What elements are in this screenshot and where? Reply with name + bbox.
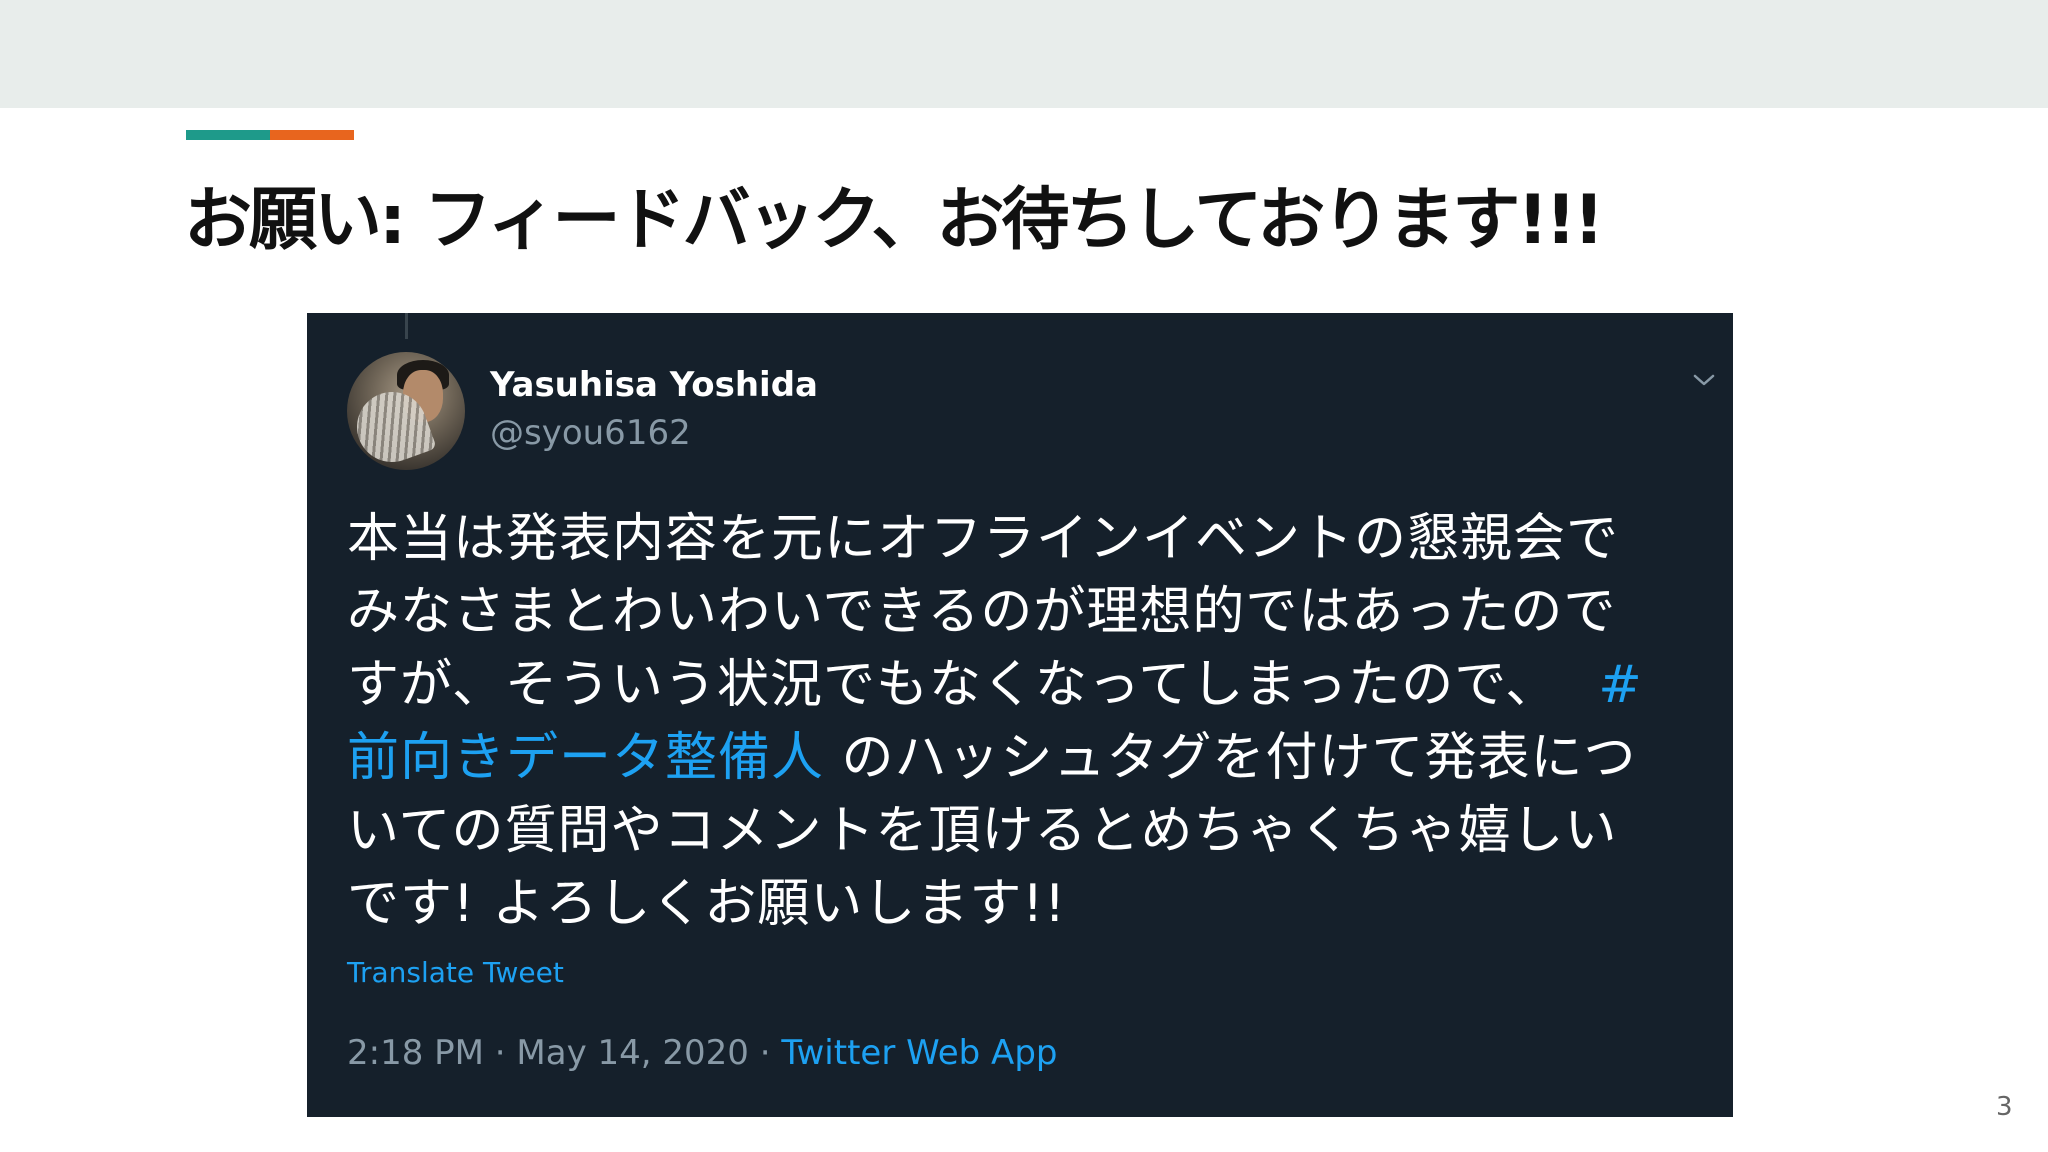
tweet-metadata: 2:18 PM · May 14, 2020 · Twitter Web App — [347, 1033, 1057, 1073]
tweet-text-line: いての質問やコメントを頂けるとめちゃくちゃ嬉しい — [347, 801, 1618, 861]
tweet-text-line: です! よろしくお願いします!! — [347, 874, 1067, 934]
tweet-card[interactable]: Yasuhisa Yoshida @syou6162 本当は発表内容を元にオフラ… — [307, 313, 1733, 1117]
tweet-display-name[interactable]: Yasuhisa Yoshida — [490, 365, 818, 405]
hashtag-link-start[interactable]: # — [1598, 655, 1643, 715]
tweet-handle[interactable]: @syou6162 — [490, 413, 691, 453]
accent-bar-teal — [186, 130, 270, 140]
chevron-down-icon[interactable] — [1693, 369, 1715, 391]
tweet-text: 本当は発表内容を元にオフラインイベントの懇親会で みなさまとわいわいできるのが理… — [347, 503, 1717, 941]
tweet-source-app[interactable]: Twitter Web App — [781, 1033, 1057, 1073]
tweet-text-line: みなさまとわいわいできるのが理想的ではあったので — [347, 582, 1617, 642]
tweet-text-line: 前向きデータ整備人 のハッシュタグを付けて発表につ — [347, 722, 1717, 795]
hashtag-link[interactable]: 前向きデータ整備人 — [347, 728, 824, 788]
translate-tweet-link[interactable]: Translate Tweet — [347, 956, 564, 989]
page-number: 3 — [1996, 1092, 2013, 1122]
tweet-timestamp[interactable]: 2:18 PM · May 14, 2020 · — [347, 1033, 781, 1073]
tweet-text-line: すが、そういう状況でもなくなってしまったので、 # — [347, 649, 1717, 722]
thread-connector-line — [405, 313, 408, 339]
slide-top-band — [0, 0, 2048, 108]
tweet-text-segment: のハッシュタグを付けて発表につ — [824, 728, 1637, 788]
avatar-photo-icon[interactable] — [347, 352, 465, 470]
tweet-text-segment: すが、そういう状況でもなくなってしまったので、 — [347, 655, 1559, 715]
slide-title: お願い: フィードバック、お待ちしております!!! — [184, 181, 1604, 260]
tweet-text-line: 本当は発表内容を元にオフラインイベントの懇親会で — [347, 509, 1620, 569]
accent-bar-orange — [270, 130, 354, 140]
